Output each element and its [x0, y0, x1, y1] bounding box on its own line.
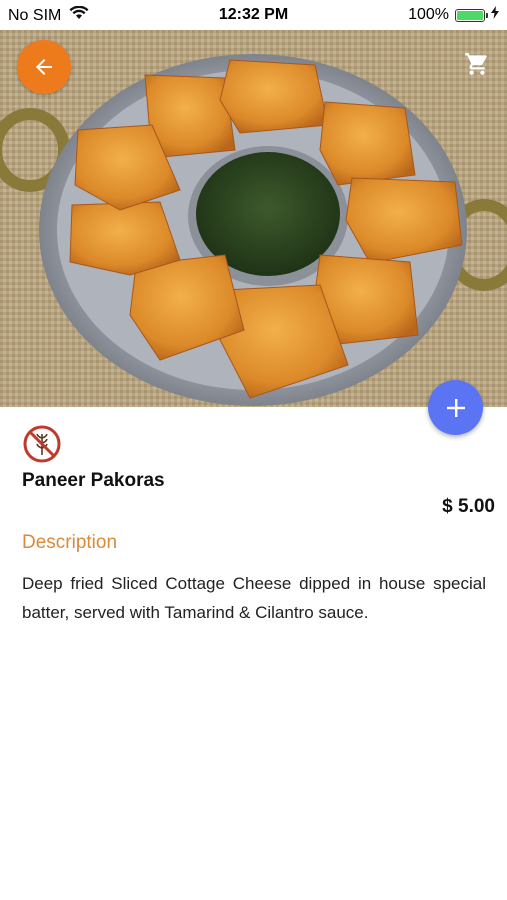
back-button[interactable]: [17, 40, 71, 94]
battery-icon: [455, 8, 488, 22]
add-to-cart-button[interactable]: [428, 380, 483, 435]
battery-fill: [457, 10, 483, 20]
charging-bolt-icon: [491, 6, 499, 24]
description-heading: Description: [22, 532, 118, 553]
cart-icon: [465, 53, 487, 75]
status-left: No SIM: [8, 5, 89, 25]
carrier-label: No SIM: [8, 6, 62, 24]
no-wheat-icon: [22, 424, 62, 464]
description-text: Deep fried Sliced Cottage Cheese dipped …: [22, 574, 486, 622]
battery-percent: 100%: [408, 6, 449, 23]
item-price: $ 5.00: [442, 496, 495, 517]
cart-button[interactable]: [463, 50, 491, 78]
arrow-left-icon: [36, 59, 52, 75]
status-bar: No SIM 12:32 PM 100%: [0, 0, 507, 30]
food-photo: [0, 30, 507, 407]
plus-icon: [446, 398, 465, 417]
wifi-icon: [69, 5, 89, 25]
item-title: Paneer Pakoras: [22, 470, 165, 491]
status-right: 100%: [408, 6, 499, 24]
